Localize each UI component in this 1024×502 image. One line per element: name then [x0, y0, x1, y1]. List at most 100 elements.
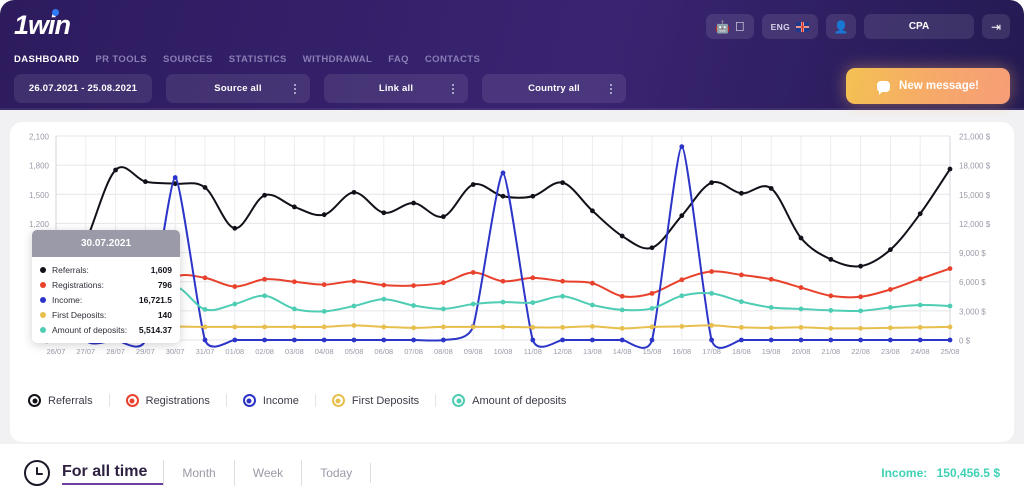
app-store-links[interactable]: 🤖  [705, 14, 754, 39]
tooltip-row-label: Amount of deposits: [52, 324, 128, 335]
svg-text:18,000 $: 18,000 $ [959, 162, 991, 171]
nav-item-statistics[interactable]: STATISTICS [229, 54, 287, 65]
series-dot-first-deposits [40, 311, 46, 318]
legend-label: Referrals [48, 394, 93, 407]
legend-label: First Deposits [351, 394, 420, 407]
nav-item-withdrawal[interactable]: WITHDRAWAL [303, 54, 372, 65]
svg-text:10/08: 10/08 [494, 347, 513, 356]
total-income: Income: 150,456.5 $ [881, 466, 1000, 480]
tab-today[interactable]: Today [301, 460, 370, 486]
account-type-label: CPA [908, 21, 930, 32]
tooltip-row: Income: 16,721.5 [40, 292, 172, 307]
svg-text:15,000 $: 15,000 $ [959, 191, 991, 200]
tooltip-row-value: 16,721.5 [138, 294, 172, 305]
tab-list: For all time Month Week Today [62, 460, 372, 486]
legend-marker-icon [452, 394, 466, 407]
avatar[interactable]: 👤 [826, 14, 856, 39]
svg-text:09/08: 09/08 [464, 347, 483, 356]
tooltip-date: 30.07.2021 [80, 238, 132, 249]
nav-item-pr-tools[interactable]: PR TOOLS [95, 54, 147, 65]
svg-text:11/08: 11/08 [524, 347, 542, 356]
country-filter[interactable]: Country all [482, 74, 626, 103]
legend-marker-icon [125, 394, 139, 407]
nav-item-contacts[interactable]: CONTACTS [425, 54, 480, 65]
svg-text:31/07: 31/07 [196, 347, 215, 356]
svg-text:21,000 $: 21,000 $ [959, 133, 991, 142]
legend-item-first-deposits[interactable]: First Deposits [314, 394, 435, 407]
tab-week[interactable]: Week [233, 460, 301, 486]
source-filter[interactable]: Source all [166, 74, 310, 103]
svg-text:16/08: 16/08 [672, 347, 691, 356]
svg-text:08/08: 08/08 [434, 347, 453, 356]
logout-button[interactable]: ⇥ [982, 14, 1010, 39]
svg-text:02/08: 02/08 [255, 347, 274, 356]
svg-text:1,800: 1,800 [29, 162, 50, 171]
user-icon: 👤 [833, 19, 849, 34]
app-header: 1win DASHBOARD PR TOOLS SOURCES STATISTI… [0, 0, 1024, 110]
chart-legend: Referrals Registrations Income First Dep… [28, 394, 582, 407]
tab-month[interactable]: Month [163, 460, 233, 486]
legend-label: Income [262, 394, 299, 407]
link-filter[interactable]: Link all [324, 74, 468, 103]
tooltip-row-value: 796 [157, 279, 172, 290]
nav-item-sources[interactable]: SOURCES [163, 54, 213, 65]
svg-text:18/08: 18/08 [732, 347, 751, 356]
svg-text:25/08: 25/08 [941, 347, 960, 356]
svg-text:6,000 $: 6,000 $ [959, 278, 986, 287]
tooltip-row-label: Income: [52, 294, 83, 305]
legend-item-registrations[interactable]: Registrations [108, 394, 226, 407]
brand-logo[interactable]: 1win [14, 9, 71, 40]
svg-text:04/08: 04/08 [315, 347, 334, 356]
svg-text:07/08: 07/08 [404, 347, 423, 356]
new-message-button[interactable]: New message! [846, 68, 1010, 104]
tooltip-row: Amount of deposits: 5,514.37 [40, 322, 172, 337]
svg-text:28/07: 28/07 [106, 347, 125, 356]
svg-text:2,100: 2,100 [29, 133, 50, 142]
more-options-icon[interactable] [610, 83, 612, 94]
account-type-field[interactable]: CPA [864, 14, 974, 39]
legend-item-amount-of-deposits[interactable]: Amount of deposits [435, 394, 582, 407]
svg-text:29/07: 29/07 [136, 347, 155, 356]
country-filter-label: Country all [528, 83, 580, 94]
language-selector[interactable]: ENG [761, 14, 818, 39]
svg-text:23/08: 23/08 [881, 347, 900, 356]
new-message-label: New message! [899, 80, 979, 92]
tooltip-row-label: First Deposits: [52, 309, 107, 320]
svg-text:1,200: 1,200 [29, 220, 50, 229]
svg-text:1,500: 1,500 [29, 191, 50, 200]
source-filter-label: Source all [214, 83, 262, 94]
more-options-icon[interactable] [452, 83, 454, 94]
tooltip-row: First Deposits: 140 [40, 307, 172, 322]
header-actions: 🤖  ENG 👤 CPA ⇥ [705, 14, 1010, 39]
logout-icon: ⇥ [990, 19, 1002, 34]
svg-text:0 $: 0 $ [959, 337, 971, 346]
android-icon: 🤖 [714, 19, 730, 34]
legend-marker-icon [242, 394, 256, 407]
svg-text:9,000 $: 9,000 $ [959, 249, 986, 258]
svg-text:06/08: 06/08 [374, 347, 393, 356]
svg-text:19/08: 19/08 [762, 347, 781, 356]
legend-label: Registrations [145, 394, 210, 407]
nav-item-faq[interactable]: FAQ [388, 54, 409, 65]
tooltip-row-label: Referrals: [52, 264, 89, 275]
svg-text:01/08: 01/08 [225, 347, 244, 356]
svg-text:03/08: 03/08 [285, 347, 304, 356]
logo-dot-icon [52, 9, 60, 16]
nav-item-dashboard[interactable]: DASHBOARD [14, 54, 79, 65]
apple-icon:  [735, 20, 745, 33]
series-dot-income [40, 296, 46, 303]
more-options-icon[interactable] [294, 83, 296, 94]
legend-item-income[interactable]: Income [225, 394, 315, 407]
series-dot-referrals [40, 266, 46, 273]
tooltip-row-value: 1,609 [150, 264, 172, 275]
tab-for-all-time[interactable]: For all time [62, 461, 164, 485]
chart-tooltip: 30.07.2021 Referrals: 1,609 Registration… [32, 230, 180, 343]
svg-text:21/08: 21/08 [821, 347, 840, 356]
tooltip-row-value: 5,514.37 [138, 324, 172, 335]
date-range-filter[interactable]: 26.07.2021 - 25.08.2021 [14, 74, 152, 103]
svg-text:22/08: 22/08 [851, 347, 870, 356]
tooltip-row: Registrations: 796 [40, 277, 172, 292]
legend-item-referrals[interactable]: Referrals [28, 394, 109, 407]
income-label: Income: [881, 466, 928, 480]
svg-text:13/08: 13/08 [583, 347, 602, 356]
